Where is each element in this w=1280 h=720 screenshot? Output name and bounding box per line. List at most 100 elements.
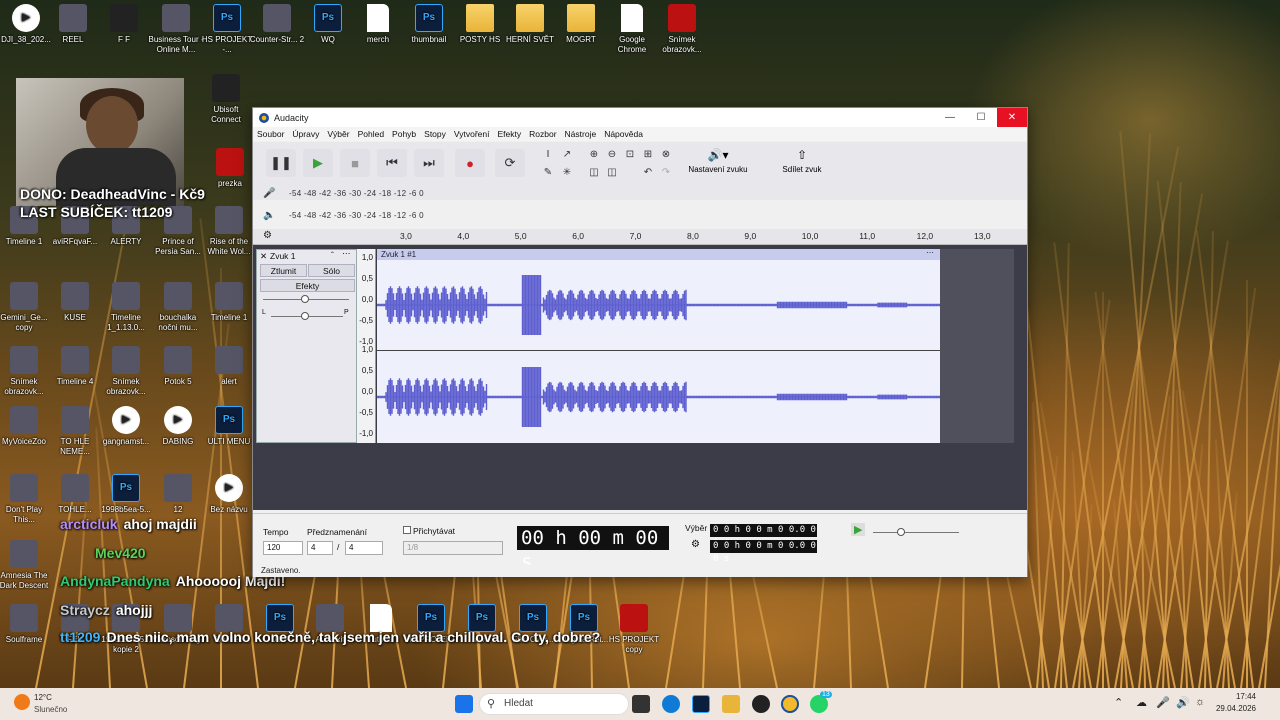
weather-temp[interactable]: 12°C xyxy=(34,693,52,702)
desktop-icon[interactable]: Timeline 1_1.13.0... xyxy=(98,282,154,333)
weather-icon[interactable] xyxy=(14,694,30,710)
skip-end-button[interactable]: ⏭ xyxy=(414,149,444,177)
desktop-icon[interactable]: Ps 1998b5ea-5... xyxy=(98,474,154,515)
taskbar-search[interactable]: ⚲ Hledat xyxy=(479,693,629,715)
zoom-in-button[interactable]: ⊕ xyxy=(587,147,601,161)
skip-start-button[interactable]: ⏮ xyxy=(377,149,407,177)
empty-track-region[interactable] xyxy=(940,249,1014,443)
gear-icon[interactable]: ⚙ xyxy=(263,230,272,241)
clock-time[interactable]: 17:44 xyxy=(1212,692,1256,701)
selection-start[interactable]: 0 0 h 0 0 m 0 0.0 0 0 s xyxy=(710,524,817,548)
desktop-icon[interactable]: Counter-Str... 2 xyxy=(249,4,305,45)
record-meter[interactable]: 🎤 -54 -48 -42 -36 -30 -24 -18 -12 -6 0 xyxy=(261,185,424,201)
pan-slider-thumb[interactable] xyxy=(301,312,309,320)
desktop-icon[interactable]: Business Tour - Online M... xyxy=(148,4,204,55)
network-icon[interactable]: ☼ xyxy=(1195,696,1205,708)
mute-button[interactable]: Ztlumit xyxy=(260,264,307,277)
start-button[interactable] xyxy=(455,695,473,713)
silence-button[interactable]: ◫ xyxy=(605,165,619,179)
clock-date[interactable]: 29.04.2026 xyxy=(1212,704,1256,713)
track-name[interactable]: Zvuk 1 xyxy=(270,251,296,261)
desktop-icon[interactable]: TOHLE... xyxy=(47,474,103,515)
desktop-icon[interactable]: MyVoiceZoo xyxy=(0,406,52,447)
audio-clip[interactable]: Zvuk 1 #1 ⋯ xyxy=(377,249,940,443)
desktop-icon[interactable]: Potok 5 xyxy=(150,346,206,387)
desktop-icon[interactable]: MOGRT xyxy=(553,4,609,45)
audacity-taskbar-icon[interactable] xyxy=(781,695,799,713)
fit-selection-button[interactable]: ⊡ xyxy=(623,147,637,161)
stop-button[interactable]: ■ xyxy=(340,149,370,177)
track-area[interactable]: ✕ Zvuk 1 ˆ ⋯ Ztlumit Sólo Efekty L P 1,0… xyxy=(253,245,1027,510)
menu-item[interactable]: Stopy xyxy=(424,127,446,141)
desktop-icon[interactable]: KUSE xyxy=(47,282,103,323)
desktop-icon[interactable]: Don't Play This... xyxy=(0,474,52,525)
menu-item[interactable]: Pohyb xyxy=(392,127,416,141)
clip-header[interactable]: Zvuk 1 #1 ⋯ xyxy=(377,249,940,260)
draw-tool[interactable]: ✎ xyxy=(541,165,555,179)
desktop-icon[interactable]: TO HLE NEME... xyxy=(47,406,103,457)
envelope-tool[interactable]: ↗ xyxy=(560,147,574,161)
desktop-icon[interactable]: ▶ Bez názvu xyxy=(201,474,257,515)
speed-slider-track[interactable] xyxy=(873,532,959,533)
trim-button[interactable]: ◫ xyxy=(587,165,601,179)
play-button[interactable]: ▶ xyxy=(303,149,333,177)
desktop-icon[interactable]: ▶ DABING xyxy=(150,406,206,447)
desktop-icon[interactable]: F F xyxy=(96,4,152,45)
time-display[interactable]: 00 h 00 m 00 s xyxy=(517,526,669,573)
desktop-icon[interactable]: Gemini_Ge... copy xyxy=(0,282,52,333)
gain-slider-thumb[interactable] xyxy=(301,295,309,303)
desktop-icon[interactable]: POSTY HS xyxy=(452,4,508,45)
volume-tray-icon[interactable]: 🔊 xyxy=(1176,696,1190,709)
desktop-icon[interactable]: 12 xyxy=(150,474,206,515)
timeline-ruler[interactable]: ⚙ 3,0 4,0 5,0 6,0 7,0 8,0 9,0 10,0 11,0 12,0 13,0 xyxy=(253,229,1027,245)
zoom-toggle-button[interactable]: ⊗ xyxy=(659,147,673,161)
desktop-icon[interactable]: Ps thumbnail xyxy=(401,4,457,45)
file-explorer-icon[interactable] xyxy=(722,695,740,713)
desktop-icon[interactable]: merch xyxy=(350,4,406,45)
loop-button[interactable]: ⟳ xyxy=(495,149,525,177)
desktop-icon[interactable]: Soulframe xyxy=(0,604,52,645)
cloud-icon[interactable]: ☁ xyxy=(1136,696,1147,709)
menu-item[interactable]: Nástroje xyxy=(565,127,597,141)
desktop-icon[interactable]: Google Chrome xyxy=(604,4,660,55)
edge-icon[interactable] xyxy=(662,695,680,713)
track-close-icon[interactable]: ✕ xyxy=(260,251,267,262)
desktop-icon[interactable]: Snímek obrazovk... xyxy=(0,346,52,397)
menu-item[interactable]: Efekty xyxy=(498,127,522,141)
desktop-icon[interactable]: Ps HS PROJEKT -... xyxy=(199,4,255,55)
tempo-input[interactable]: 120 xyxy=(263,541,303,555)
minimize-button[interactable]: — xyxy=(935,108,965,127)
record-button[interactable]: ● xyxy=(455,149,485,177)
menu-item[interactable]: Rozbor xyxy=(529,127,556,141)
selection-end[interactable]: 0 0 h 0 0 m 0 0.0 0 0 s xyxy=(710,540,817,564)
desktop-icon[interactable]: ▶ gangnamst... xyxy=(98,406,154,447)
vertical-scale[interactable]: 1,0 0,5 0,0 -0,5 -1,0 1,0 0,5 0,0 -0,5 -1,0 xyxy=(357,249,376,443)
desktop-icon[interactable]: Ps WQ xyxy=(300,4,356,45)
desktop-icon[interactable]: Snímek obrazovk... xyxy=(654,4,710,55)
photoshop-icon[interactable] xyxy=(692,695,710,713)
desktop-icon[interactable]: Timeline 4 xyxy=(47,346,103,387)
menu-item[interactable]: Výběr xyxy=(327,127,349,141)
desktop-icon[interactable]: Ps ULTI MENU xyxy=(201,406,257,447)
desktop-icon[interactable]: Amnesia The Dark Descent xyxy=(0,540,52,591)
undo-button[interactable]: ↶ xyxy=(641,165,655,179)
desktop-icon[interactable]: HS PROJEKT copy xyxy=(606,604,662,655)
signature-denominator[interactable]: 4 xyxy=(345,541,383,555)
desktop-icon[interactable]: HERNÍ SVĚT xyxy=(502,4,558,45)
redo-button[interactable]: ↷ xyxy=(659,165,673,179)
desktop-icon[interactable]: alert xyxy=(201,346,257,387)
desktop-icon[interactable]: Rise of the White Wol... xyxy=(201,206,257,257)
weather-text[interactable]: Slunečno xyxy=(34,705,67,714)
solo-button[interactable]: Sólo xyxy=(308,264,355,277)
share-audio-button[interactable]: ⇧ Sdílet zvuk xyxy=(780,148,824,174)
play-at-speed-button[interactable]: ▶ xyxy=(851,523,866,536)
menu-item[interactable]: Soubor xyxy=(257,127,284,141)
collapse-icon[interactable]: ˆ xyxy=(331,250,334,260)
multi-tool[interactable]: ✳ xyxy=(560,165,574,179)
menu-item[interactable]: Nápověda xyxy=(604,127,643,141)
close-button[interactable]: ✕ xyxy=(997,108,1027,127)
desktop-icon[interactable]: Timeline 1 xyxy=(201,282,257,323)
zoom-out-button[interactable]: ⊖ xyxy=(605,147,619,161)
desktop-icon[interactable]: Ubisoft Connect xyxy=(198,74,254,125)
menu-item[interactable]: Pohled xyxy=(358,127,384,141)
